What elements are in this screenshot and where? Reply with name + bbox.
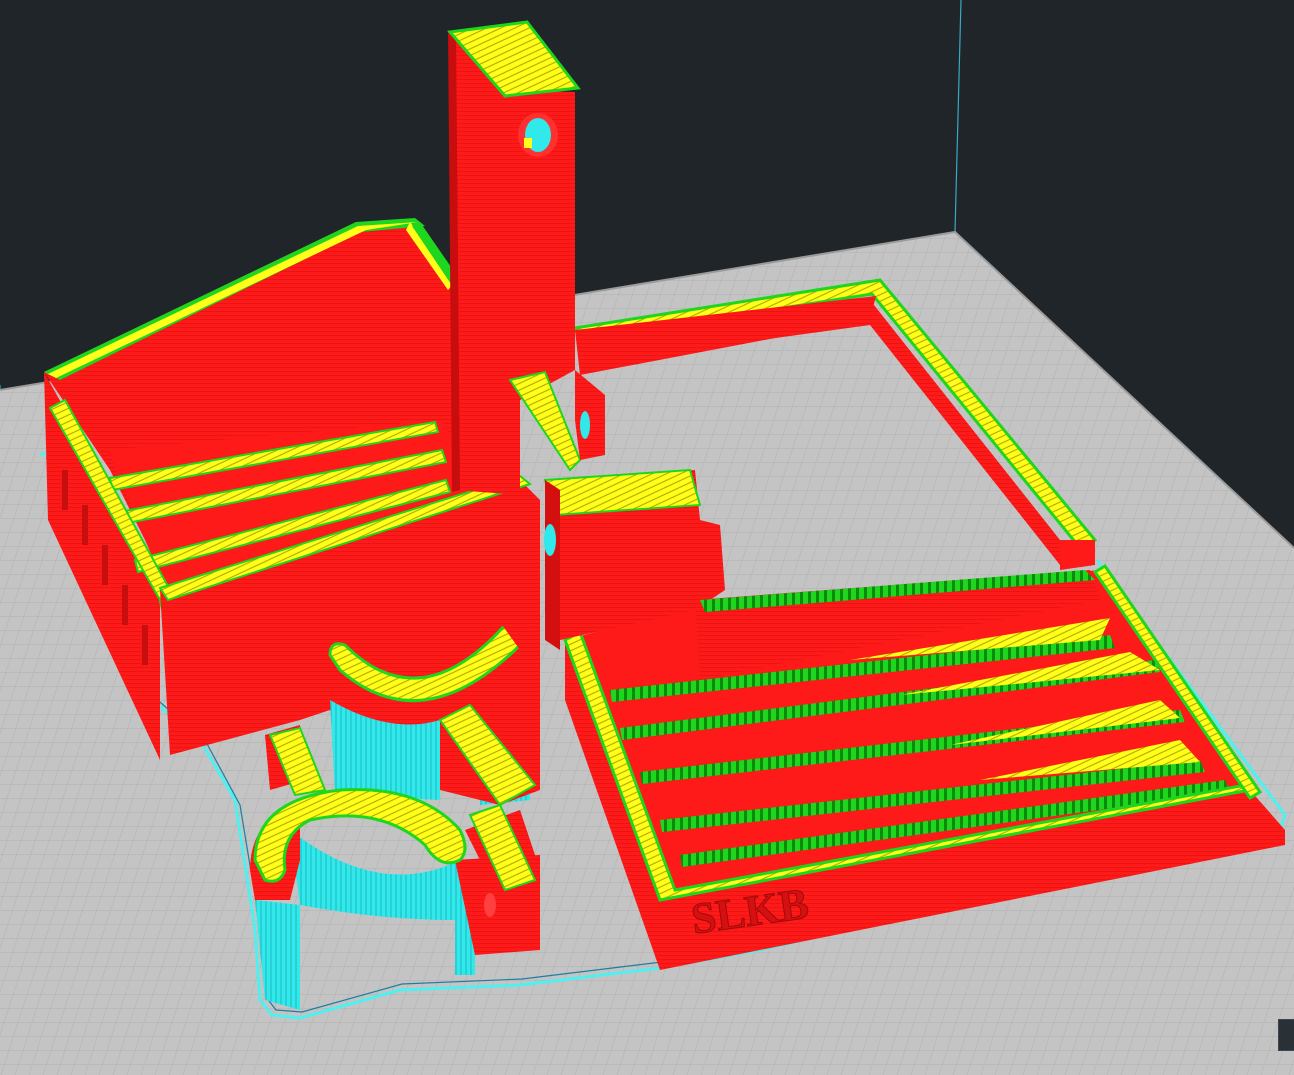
view-cube-handle[interactable] <box>1278 1019 1294 1051</box>
central-block-hole-icon <box>544 524 556 556</box>
3d-viewport[interactable]: SLKB <box>0 0 1294 1075</box>
